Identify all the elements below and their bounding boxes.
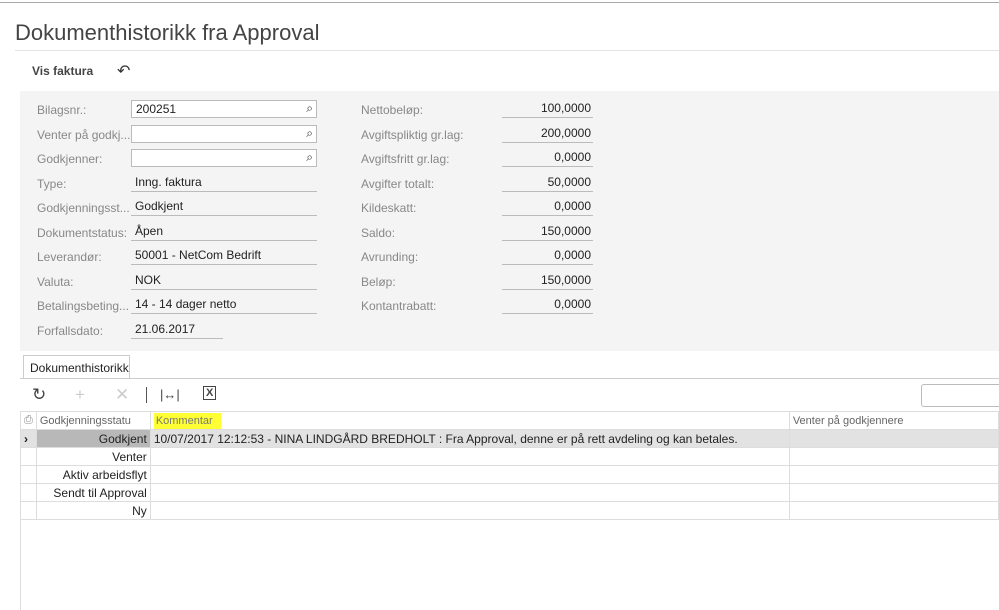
waiting-cell bbox=[788, 501, 999, 520]
table-row[interactable]: Aktiv arbeidsflyt bbox=[20, 465, 999, 484]
field-label: Godkjenningsst... bbox=[37, 201, 130, 215]
field-label: Kontantrabatt: bbox=[361, 299, 437, 313]
field-label: Saldo: bbox=[361, 225, 396, 240]
status-cell: Sendt til Approval bbox=[35, 483, 151, 502]
lookup-input[interactable]: ⌕ bbox=[131, 124, 317, 143]
table-row[interactable]: Ny bbox=[20, 501, 999, 520]
table-row[interactable]: Venter bbox=[20, 447, 999, 466]
top-border bbox=[0, 2, 999, 3]
table-row[interactable]: Sendt til Approval bbox=[20, 483, 999, 502]
field-label: Godkjenner: bbox=[37, 152, 103, 166]
toolbar-separator bbox=[146, 387, 147, 403]
field-label: Avgifter totalt: bbox=[361, 176, 435, 191]
field-label: Forfallsdato: bbox=[37, 323, 104, 338]
field-label: Beløp: bbox=[361, 274, 396, 289]
row-selector[interactable]: › bbox=[20, 429, 37, 448]
comment-cell bbox=[149, 483, 790, 502]
field-value: 21.06.2017 bbox=[131, 321, 223, 339]
tab-dokumenthistorikk[interactable]: Dokumenthistorikk bbox=[23, 355, 130, 379]
amount-value: 0,0000 bbox=[502, 149, 593, 167]
column-header-status[interactable]: Godkjenningsstatu bbox=[35, 411, 151, 430]
vis-faktura-button[interactable]: Vis faktura bbox=[32, 64, 93, 78]
waiting-cell bbox=[788, 447, 999, 466]
waiting-cell bbox=[788, 465, 999, 484]
status-cell: Ny bbox=[35, 501, 151, 520]
field-label: Avrunding: bbox=[361, 250, 419, 264]
comment-cell: 10/07/2017 12:12:53 - NINA LINDGÅRD BRED… bbox=[149, 429, 790, 448]
field-value: 50001 - NetCom Bedrift bbox=[131, 247, 317, 265]
waiting-cell bbox=[788, 483, 999, 502]
undo-icon[interactable]: ↶ bbox=[117, 61, 130, 81]
amount-value: 150,0000 bbox=[502, 272, 593, 290]
comment-cell bbox=[149, 501, 790, 520]
status-cell: Aktiv arbeidsflyt bbox=[35, 465, 151, 484]
waiting-cell bbox=[788, 429, 999, 448]
search-icon[interactable]: ⌕ bbox=[306, 126, 313, 141]
fit-columns-icon[interactable]: |↔| bbox=[160, 387, 180, 402]
field-label: Dokumentstatus: bbox=[37, 225, 128, 240]
field-label: Type: bbox=[37, 176, 67, 191]
field-label: Bilagsnr.: bbox=[37, 103, 87, 117]
status-cell: Venter bbox=[35, 447, 151, 466]
field-label: Kildeskatt: bbox=[361, 201, 417, 215]
amount-value: 100,0000 bbox=[502, 100, 593, 118]
column-header-venter[interactable]: Venter på godkjennere bbox=[788, 411, 999, 430]
field-label: Venter på godkj... bbox=[37, 127, 131, 142]
delete-icon[interactable]: ✕ bbox=[115, 385, 129, 405]
row-selector[interactable] bbox=[20, 501, 37, 520]
field-value: NOK bbox=[131, 272, 317, 290]
field-label: Avgiftsfritt gr.lag: bbox=[361, 152, 450, 166]
comment-cell bbox=[149, 447, 790, 466]
comment-cell bbox=[149, 465, 790, 484]
grid-search-input[interactable] bbox=[921, 384, 999, 407]
divider bbox=[20, 378, 999, 379]
row-selector[interactable] bbox=[20, 465, 37, 484]
search-icon[interactable]: ⌕ bbox=[306, 101, 313, 116]
amount-value: 200,0000 bbox=[502, 125, 593, 143]
history-grid: ⎙ Godkjenningsstatu Kommentar Venter på … bbox=[20, 411, 999, 520]
status-cell: Godkjent bbox=[35, 429, 151, 448]
row-settings-icon[interactable]: ⎙ bbox=[20, 411, 37, 430]
field-label: Nettobeløp: bbox=[361, 103, 424, 117]
page-title: Dokumenthistorikk fra Approval bbox=[15, 20, 320, 45]
amount-value: 50,0000 bbox=[502, 174, 593, 192]
table-row[interactable]: › Godkjent 10/07/2017 12:12:53 - NINA LIND… bbox=[20, 429, 999, 448]
column-header-kommentar[interactable]: Kommentar bbox=[149, 411, 790, 430]
row-selector[interactable] bbox=[20, 447, 37, 466]
excel-export-icon[interactable]: X bbox=[203, 386, 217, 400]
field-label: Leverandør: bbox=[37, 250, 102, 264]
amount-value: 0,0000 bbox=[502, 247, 593, 265]
amount-value: 0,0000 bbox=[502, 198, 593, 216]
search-icon[interactable]: ⌕ bbox=[306, 150, 313, 165]
field-value: Godkjent bbox=[131, 198, 317, 216]
field-value: Inng. faktura bbox=[131, 174, 317, 192]
row-selector[interactable] bbox=[20, 483, 37, 502]
field-value: 200251 bbox=[136, 102, 177, 116]
field-value: Åpen bbox=[131, 223, 317, 241]
field-value: 14 - 14 dager netto bbox=[131, 296, 317, 314]
field-label: Avgiftspliktig gr.lag: bbox=[361, 127, 464, 142]
field-label: Valuta: bbox=[37, 274, 74, 289]
add-icon[interactable]: + bbox=[75, 385, 85, 405]
kommentar-label: Kommentar bbox=[153, 412, 221, 429]
lookup-input[interactable]: 200251 ⌕ bbox=[131, 100, 317, 118]
field-label: Betalingsbeting... bbox=[37, 299, 130, 313]
refresh-icon[interactable]: ↻ bbox=[32, 385, 46, 405]
amount-value: 0,0000 bbox=[502, 296, 593, 314]
grid-border bbox=[20, 411, 21, 610]
amount-value: 150,0000 bbox=[502, 223, 593, 241]
lookup-input[interactable]: ⌕ bbox=[131, 149, 317, 167]
divider bbox=[15, 50, 999, 51]
